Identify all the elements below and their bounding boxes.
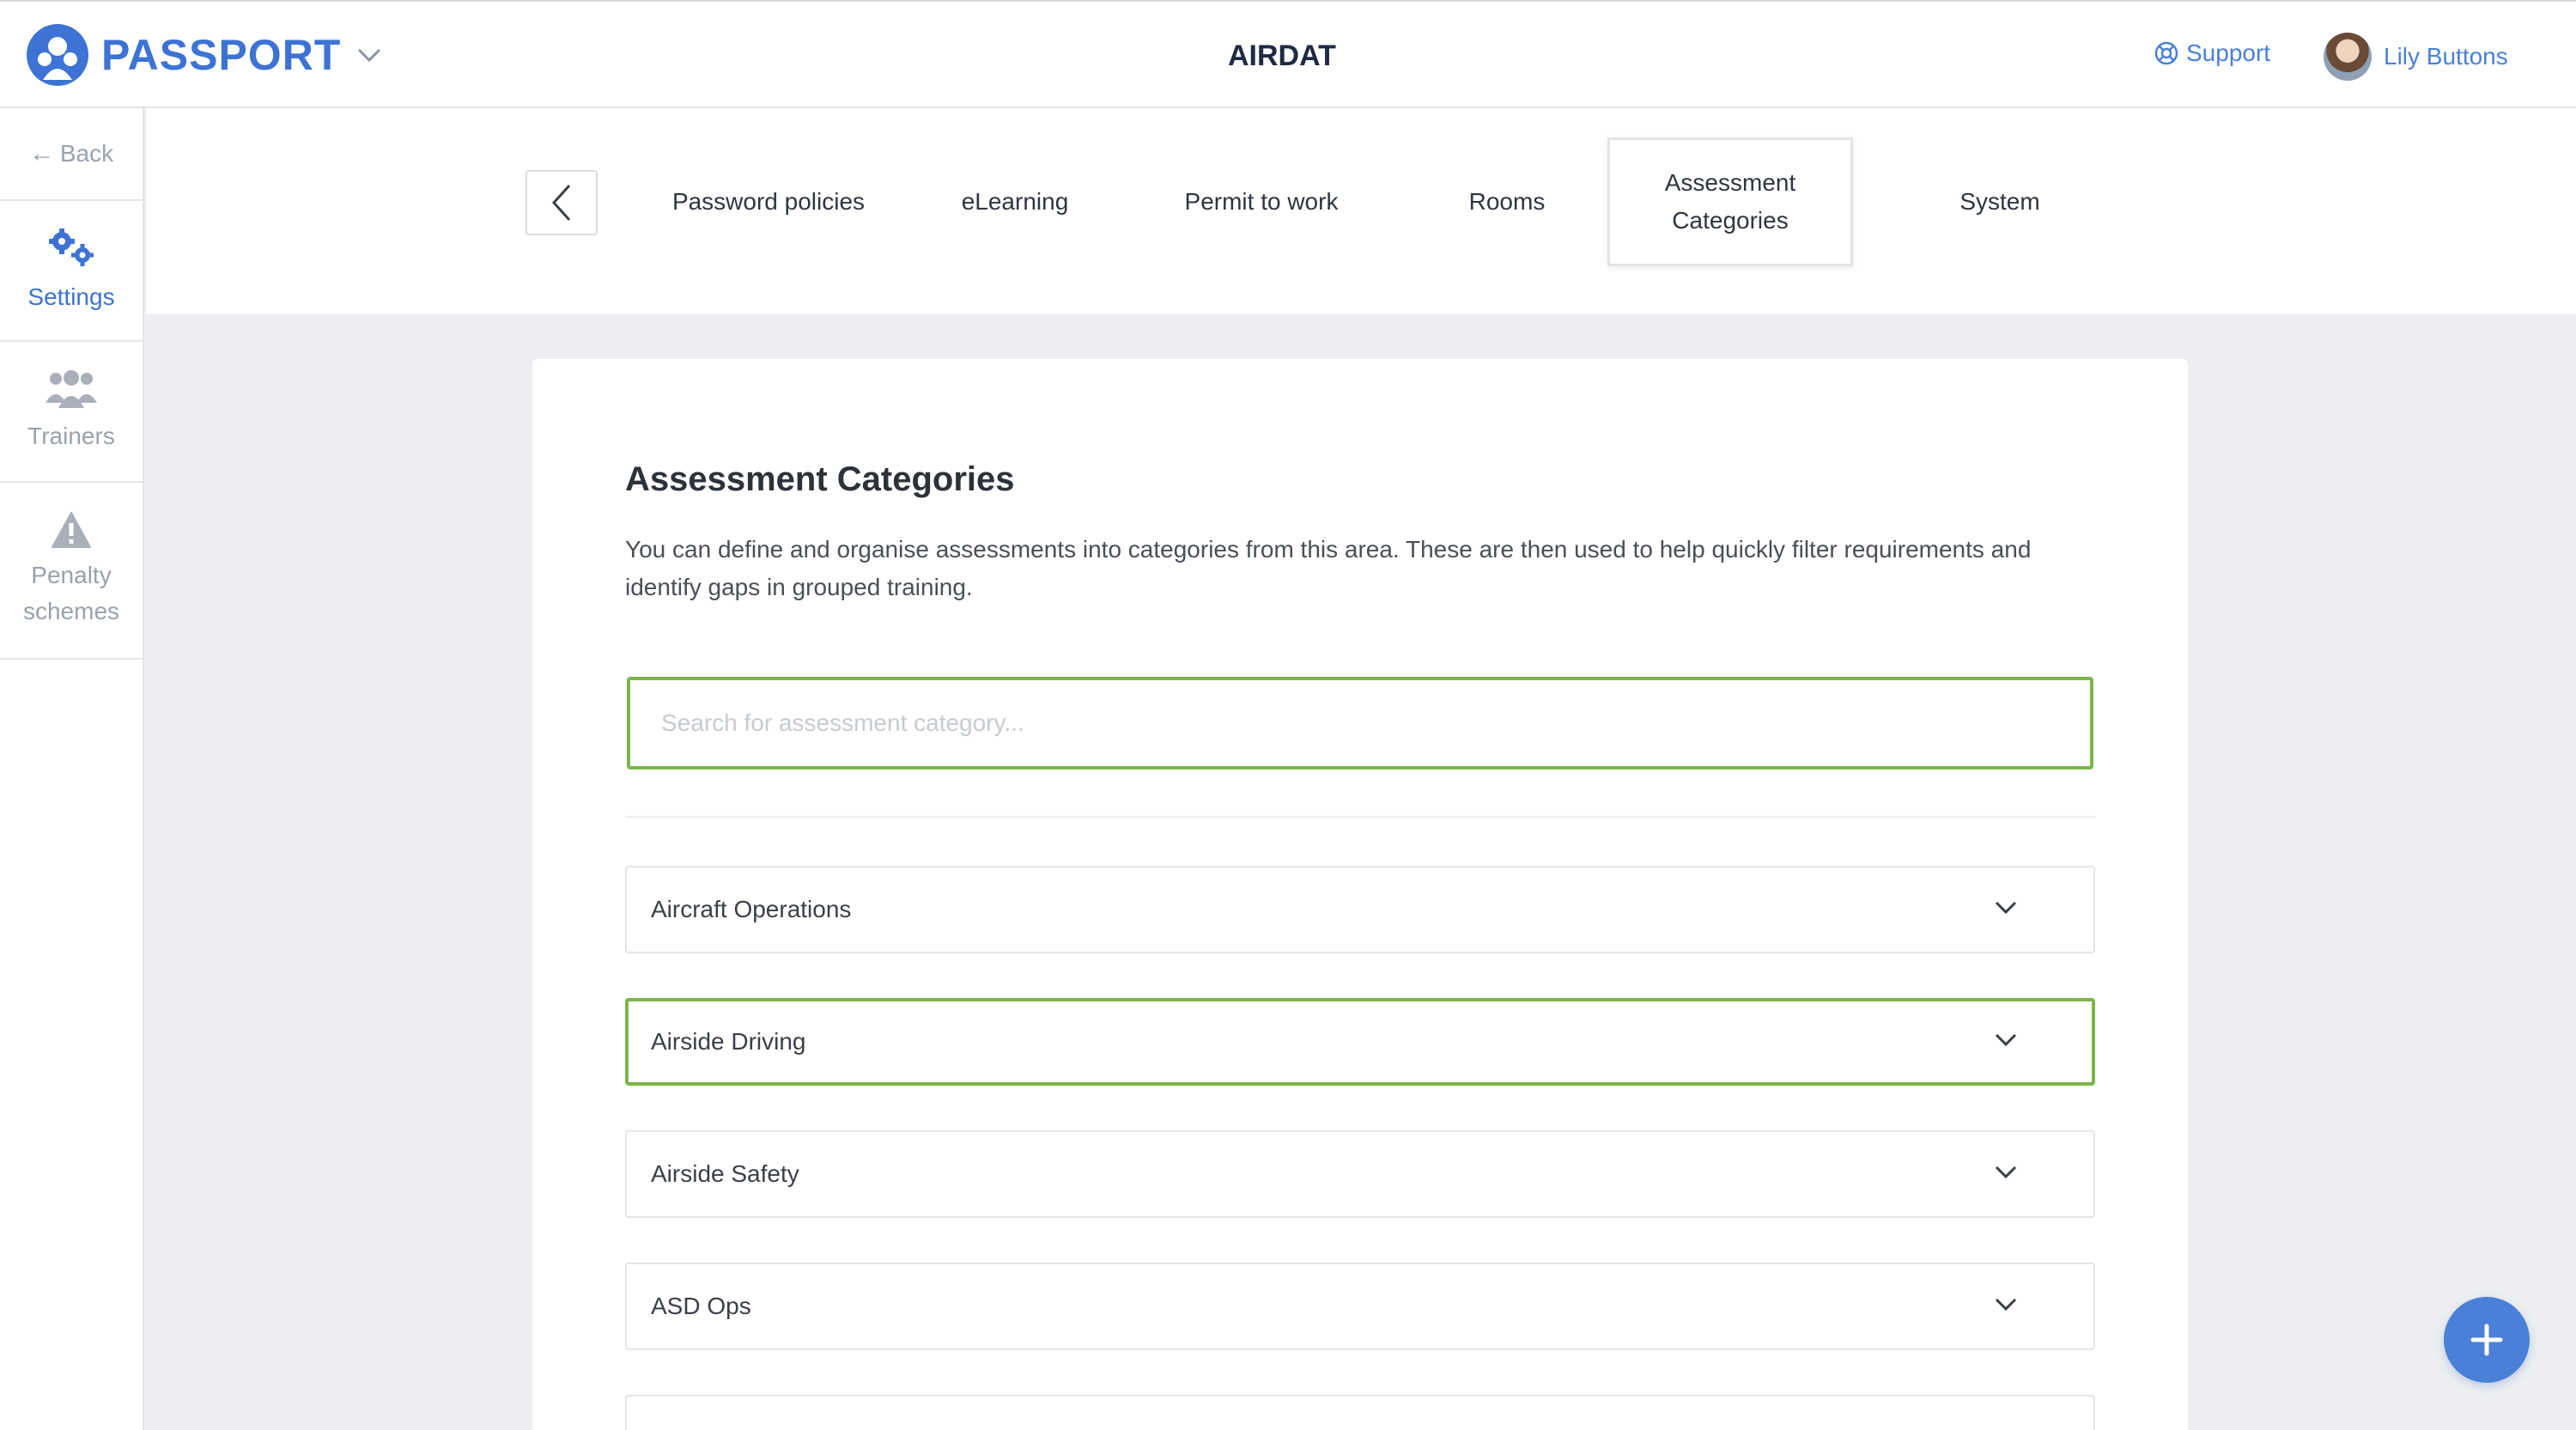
category-row-asd-ops[interactable]: ASD Ops (625, 1263, 2095, 1350)
users-icon (46, 370, 97, 408)
sidebar-item-label: Trainers (27, 423, 115, 449)
divider (625, 816, 2095, 818)
sidebar: ← Back Settings Trainers Penalty schemes (0, 108, 144, 1430)
search-input[interactable] (627, 677, 2093, 770)
lifebuoy-icon (2154, 41, 2178, 65)
brand-name: PASSPORT (101, 31, 342, 79)
user-name: Lily Buttons (2384, 43, 2508, 70)
chevron-down-icon (1995, 1165, 2017, 1179)
assessment-categories-card: Assessment Categories You can define and… (532, 359, 2188, 1430)
page-title: Assessment Categories (625, 460, 1015, 498)
airdat-logo: AIRDAT (1228, 40, 1336, 72)
sidebar-item-label: Settings (27, 283, 115, 310)
tabs-scroll-left-button[interactable] (526, 170, 598, 235)
category-label: ASD Ops (651, 1293, 751, 1319)
add-category-button[interactable] (2444, 1297, 2530, 1383)
tab-elearning[interactable]: eLearning (892, 137, 1138, 266)
support-link[interactable]: Support (2154, 40, 2270, 67)
chevron-down-icon (1995, 1033, 2017, 1047)
tab-system[interactable]: System (1877, 137, 2123, 266)
chevron-down-icon (1995, 901, 2017, 915)
top-bar: PASSPORT AIRDAT Support Lily Buttons (0, 0, 2576, 108)
tab-assessment-categories[interactable]: Assessment Categories (1607, 137, 1853, 266)
sidebar-item-settings[interactable]: Settings (0, 201, 143, 342)
app-switcher[interactable]: PASSPORT (26, 22, 382, 88)
settings-tabs: Password policies eLearning Permit to wo… (146, 108, 2576, 314)
page-description: You can define and organise assessments … (625, 536, 2032, 600)
sidebar-item-label: Penalty schemes (22, 562, 120, 624)
support-label: Support (2186, 40, 2271, 66)
category-row-airside-safety[interactable]: Airside Safety (625, 1130, 2095, 1218)
gears-icon (49, 228, 94, 266)
chevron-left-icon (551, 184, 571, 222)
chevron-down-icon (1995, 1298, 2017, 1311)
tab-rooms[interactable]: Rooms (1384, 137, 1630, 266)
back-link[interactable]: ← Back (0, 108, 143, 201)
tab-password-policies[interactable]: Password policies (646, 137, 891, 266)
sidebar-item-penalty-schemes[interactable]: Penalty schemes (0, 483, 143, 660)
category-label: Airside Safety (651, 1160, 799, 1187)
sidebar-item-trainers[interactable]: Trainers (0, 342, 143, 483)
user-menu[interactable]: Lily Buttons (2324, 33, 2508, 81)
warning-icon (52, 512, 91, 548)
passport-logo-icon (27, 24, 88, 86)
category-label: Airside Driving (651, 1028, 806, 1055)
chevron-down-icon (358, 48, 381, 63)
category-row-aircraft-operations[interactable]: Aircraft Operations (625, 866, 2095, 953)
avatar (2324, 33, 2372, 81)
arrow-left-icon: ← (28, 139, 55, 167)
category-row-partial[interactable] (625, 1395, 2095, 1430)
category-label: Aircraft Operations (651, 896, 852, 922)
back-label: Back (59, 140, 114, 167)
plus-icon (2470, 1324, 2503, 1356)
tab-permit-to-work[interactable]: Permit to work (1139, 137, 1384, 266)
category-row-airside-driving[interactable]: Airside Driving (625, 998, 2095, 1086)
